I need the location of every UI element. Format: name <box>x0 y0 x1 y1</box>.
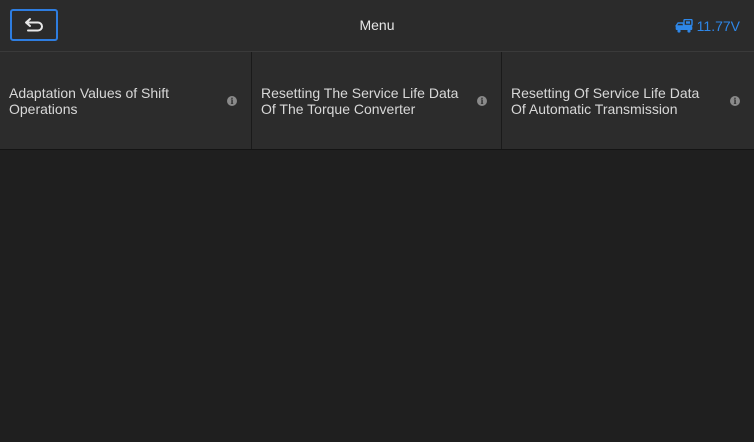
info-icon[interactable]: i <box>730 96 740 106</box>
menu-item-adaptation-values-of-shift-operations[interactable]: Adaptation Values of Shift Operations i <box>0 52 252 149</box>
vehicle-connection-icon <box>674 18 693 33</box>
voltage-value: 11.77V <box>696 17 740 34</box>
function-menu: Adaptation Values of Shift Operations i … <box>0 52 754 150</box>
menu-item-resetting-automatic-transmission-service-life[interactable]: Resetting Of Service Life Data Of Automa… <box>502 52 754 149</box>
page-title: Menu <box>359 17 395 33</box>
menu-item-label: Adaptation Values of Shift Operations <box>9 84 170 117</box>
info-icon[interactable]: i <box>227 96 237 106</box>
menu-item-label: Resetting The Service Life Data Of The T… <box>261 84 459 117</box>
menu-item-label: Resetting Of Service Life Data Of Automa… <box>511 84 700 117</box>
menu-item-resetting-torque-converter-service-life[interactable]: Resetting The Service Life Data Of The T… <box>252 52 502 149</box>
battery-voltage-indicator: 11.77V <box>674 0 740 51</box>
back-arrow-icon <box>25 18 43 32</box>
back-button[interactable] <box>10 9 58 41</box>
info-icon[interactable]: i <box>477 96 487 106</box>
top-bar: Menu 11.77V <box>0 0 754 52</box>
app-screen: Menu 11.77V Adaptation Values of Shift O… <box>0 0 754 442</box>
